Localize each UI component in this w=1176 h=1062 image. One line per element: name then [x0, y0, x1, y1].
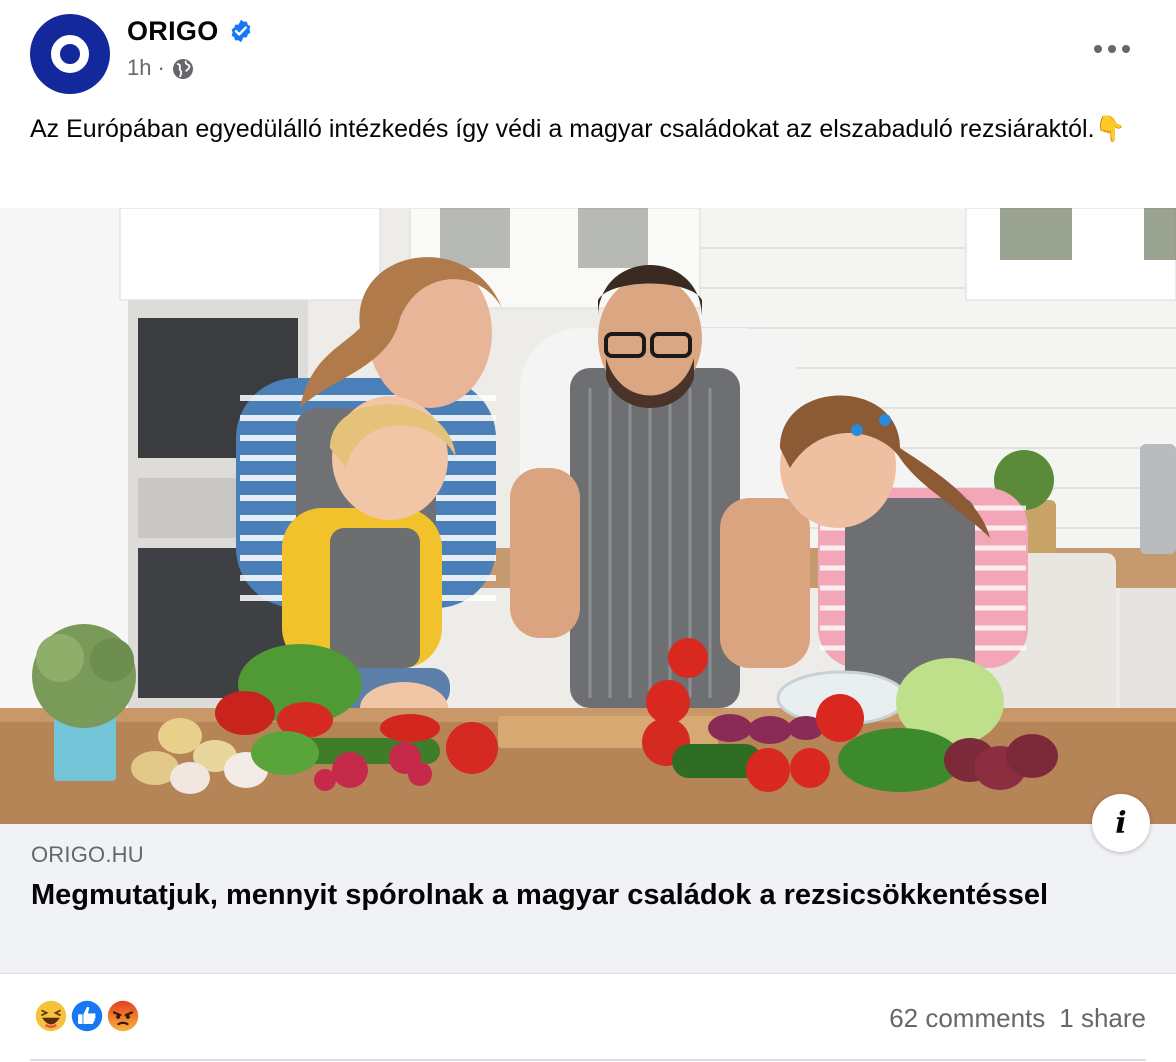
haha-icon	[32, 997, 70, 1035]
dot-icon	[1094, 45, 1102, 53]
link-preview[interactable]: i ORIGO.HU Megmutatjuk, mennyit spórolna…	[0, 794, 1176, 974]
family-kitchen-illustration	[0, 208, 1176, 824]
link-preview-image[interactable]	[0, 208, 1176, 824]
verified-badge-icon	[231, 19, 251, 43]
post-footer: 62 comments 1 share	[0, 975, 1176, 1062]
meta-separator: ·	[157, 55, 165, 80]
post-meta: 1h ·	[127, 55, 195, 81]
page-avatar[interactable]	[30, 14, 110, 94]
comments-count[interactable]: 62 comments	[889, 1003, 1045, 1034]
dot-icon	[1122, 45, 1130, 53]
page-name[interactable]: ORIGO	[127, 16, 219, 47]
more-options-button[interactable]	[1094, 40, 1130, 58]
angry-icon	[104, 997, 142, 1035]
post-text: Az Európában egyedülálló intézkedés így …	[30, 115, 1126, 143]
shares-count[interactable]: 1 share	[1059, 1003, 1146, 1034]
engagement-counts: 62 comments 1 share	[889, 1003, 1146, 1034]
post-header: ORIGO 1h ·	[0, 0, 1176, 110]
divider	[30, 1059, 1146, 1061]
info-button[interactable]: i	[1092, 794, 1150, 852]
origo-logo-icon	[51, 35, 89, 73]
post-time[interactable]: 1h	[127, 55, 151, 81]
info-icon: i	[1115, 805, 1127, 841]
reactions-summary[interactable]	[32, 997, 152, 1037]
link-domain: ORIGO.HU	[31, 842, 144, 867]
link-title[interactable]: Megmutatjuk, mennyit spórolnak a magyar …	[31, 876, 1111, 914]
globe-icon	[172, 59, 193, 79]
dot-icon	[1108, 45, 1116, 53]
like-icon	[68, 997, 106, 1035]
